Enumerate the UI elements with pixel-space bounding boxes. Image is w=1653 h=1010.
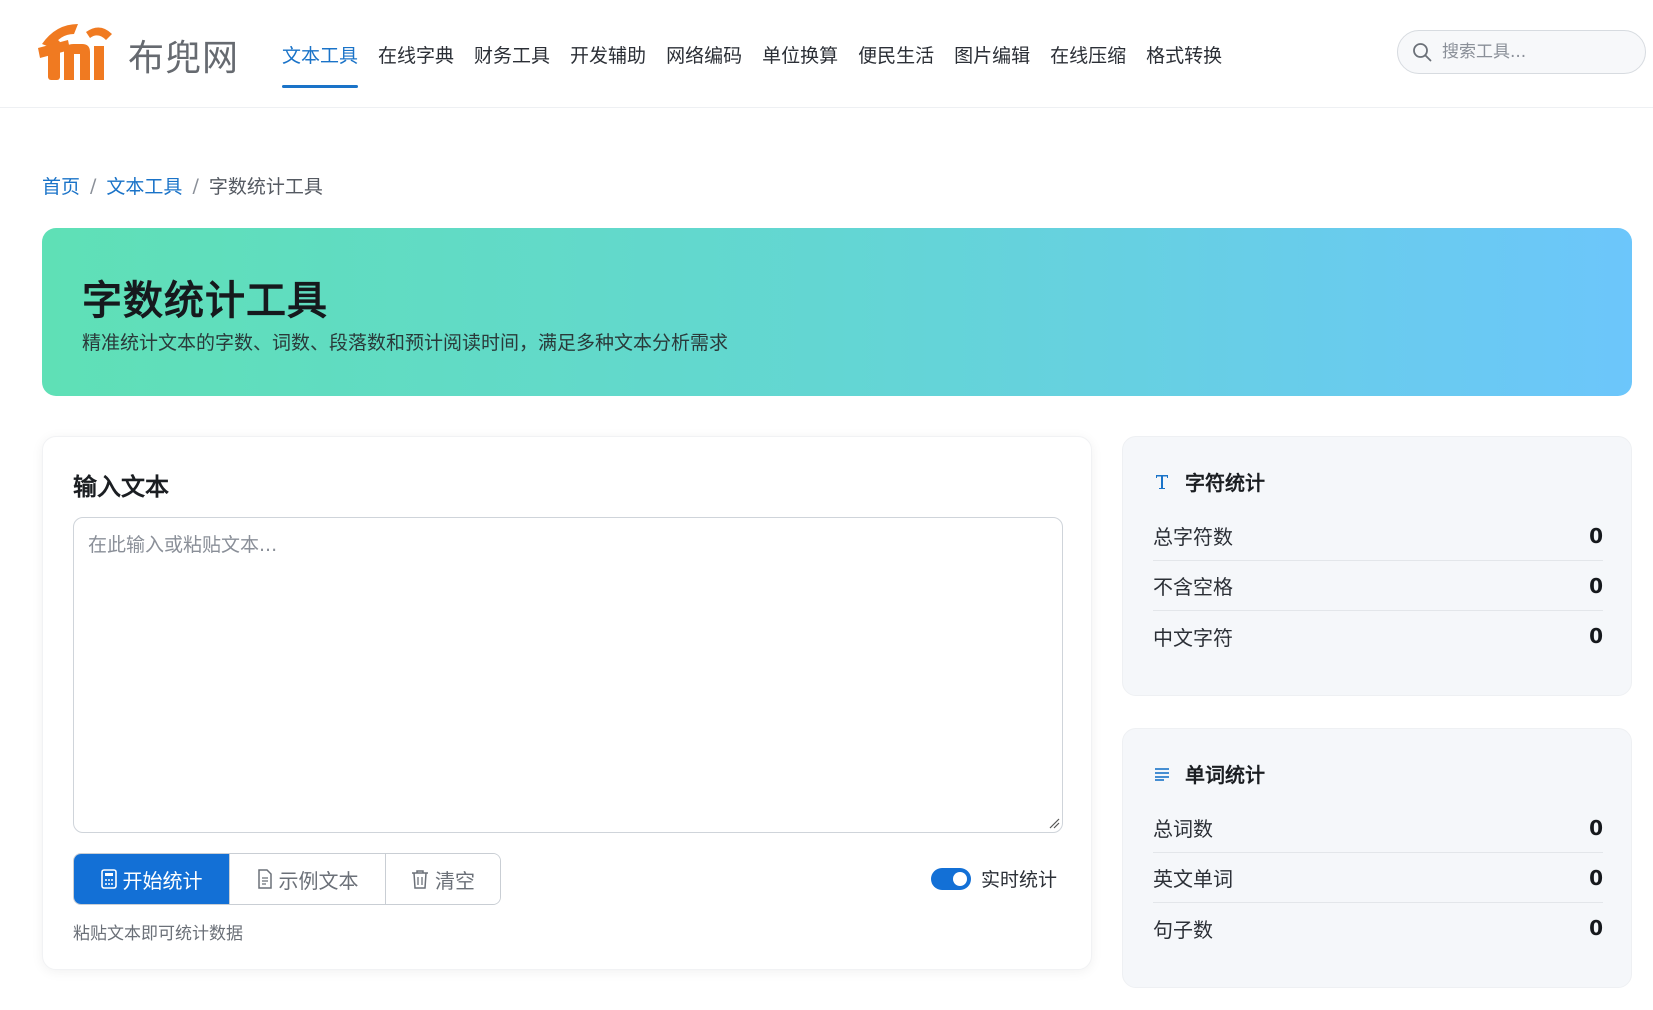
stat-value: 0 bbox=[1589, 523, 1603, 548]
stat-row-no-spaces: 不含空格 0 bbox=[1153, 561, 1603, 611]
main-nav: 文本工具 在线字典 财务工具 开发辅助 网络编码 单位换算 便民生活 图片编辑 … bbox=[282, 0, 1242, 108]
stat-value: 0 bbox=[1589, 916, 1603, 940]
clear-button[interactable]: 清空 bbox=[386, 854, 500, 904]
breadcrumb-home[interactable]: 首页 bbox=[42, 172, 80, 199]
stat-row-english-words: 英文单词 0 bbox=[1153, 853, 1603, 903]
nav-item-unit-conversion[interactable]: 单位换算 bbox=[762, 0, 838, 108]
site-name: 布兜网 bbox=[128, 38, 240, 79]
hero-banner: 字数统计工具 精准统计文本的字数、词数、段落数和预计阅读时间，满足多种文本分析需… bbox=[42, 228, 1632, 396]
breadcrumb-current: 字数统计工具 bbox=[208, 176, 323, 198]
nav-item-text-tools[interactable]: 文本工具 bbox=[282, 0, 359, 108]
page-title: 字数统计工具 bbox=[82, 278, 328, 324]
breadcrumb-category[interactable]: 文本工具 bbox=[106, 172, 182, 199]
start-count-label: 开始统计 bbox=[122, 868, 203, 893]
trash-icon bbox=[412, 870, 428, 889]
document-icon bbox=[257, 869, 272, 889]
nav-item-dictionary[interactable]: 在线字典 bbox=[378, 0, 454, 108]
nav-item-daily-life[interactable]: 便民生活 bbox=[858, 0, 934, 108]
nav-item-image-edit[interactable]: 图片编辑 bbox=[954, 0, 1030, 108]
nav-item-dev[interactable]: 开发辅助 bbox=[570, 0, 646, 108]
stat-label: 总字符数 bbox=[1153, 525, 1233, 549]
char-stats-title: 字符统计 bbox=[1185, 471, 1265, 495]
nav-item-finance[interactable]: 财务工具 bbox=[474, 0, 550, 108]
char-stats-card: 字符统计 总字符数 0 不含空格 0 中文字符 0 bbox=[1122, 436, 1632, 696]
lines-icon bbox=[1153, 767, 1171, 781]
char-stats-header: 字符统计 bbox=[1153, 467, 1265, 496]
top-header: 布兜网 文本工具 在线字典 财务工具 开发辅助 网络编码 单位换算 便民生活 图… bbox=[0, 0, 1653, 108]
search-input[interactable] bbox=[1442, 42, 1622, 62]
stat-value: 0 bbox=[1589, 573, 1603, 598]
resize-handle-icon[interactable] bbox=[1048, 817, 1060, 829]
breadcrumb-separator: / bbox=[90, 174, 97, 197]
page-subtitle: 精准统计文本的字数、词数、段落数和预计阅读时间，满足多种文本分析需求 bbox=[82, 332, 729, 354]
word-stats-header: 单词统计 bbox=[1153, 759, 1265, 788]
stat-label: 英文单词 bbox=[1153, 867, 1233, 891]
start-count-button[interactable]: 开始统计 bbox=[74, 854, 230, 904]
breadcrumb: 首页 / 文本工具 / 字数统计工具 bbox=[42, 172, 323, 199]
stat-label: 中文字符 bbox=[1153, 625, 1233, 650]
stat-label: 句子数 bbox=[1153, 917, 1213, 942]
clear-label: 清空 bbox=[435, 868, 475, 893]
word-stats-card: 单词统计 总词数 0 英文单词 0 句子数 0 bbox=[1122, 728, 1632, 988]
breadcrumb-separator: / bbox=[192, 174, 199, 197]
action-button-group: 开始统计 示例文本 清空 bbox=[73, 853, 501, 905]
calculator-icon bbox=[100, 869, 117, 889]
realtime-toggle-label: 实时统计 bbox=[981, 869, 1058, 891]
stat-row-chinese-chars: 中文字符 0 bbox=[1153, 611, 1603, 661]
stat-row-total-words: 总词数 0 bbox=[1153, 803, 1603, 853]
realtime-toggle[interactable] bbox=[931, 867, 971, 890]
search-box[interactable] bbox=[1397, 30, 1646, 74]
stat-value: 0 bbox=[1589, 865, 1603, 890]
stat-row-sentences: 句子数 0 bbox=[1153, 903, 1603, 953]
text-input[interactable] bbox=[73, 517, 1063, 833]
stat-label: 总词数 bbox=[1153, 817, 1213, 841]
input-card: 输入文本 开始统计 示例文本 bbox=[42, 436, 1092, 970]
input-hint: 粘贴文本即可统计数据 bbox=[73, 924, 243, 944]
logo-mark-icon bbox=[38, 24, 112, 80]
sample-text-label: 示例文本 bbox=[278, 868, 359, 893]
stat-value: 0 bbox=[1589, 624, 1603, 648]
input-card-title: 输入文本 bbox=[73, 473, 169, 501]
sample-text-button[interactable]: 示例文本 bbox=[230, 854, 386, 904]
word-stats-title: 单词统计 bbox=[1185, 763, 1265, 787]
text-type-icon bbox=[1153, 474, 1171, 490]
search-icon bbox=[1413, 43, 1432, 62]
nav-item-network-encoding[interactable]: 网络编码 bbox=[666, 0, 742, 108]
site-logo[interactable]: 布兜网 bbox=[38, 18, 239, 82]
stat-row-total-chars: 总字符数 0 bbox=[1153, 511, 1603, 561]
nav-item-compress[interactable]: 在线压缩 bbox=[1050, 0, 1126, 108]
stat-label: 不含空格 bbox=[1153, 575, 1233, 599]
nav-item-format-convert[interactable]: 格式转换 bbox=[1146, 0, 1222, 108]
stat-value: 0 bbox=[1589, 815, 1603, 840]
realtime-toggle-wrap: 实时统计 bbox=[931, 865, 1057, 892]
